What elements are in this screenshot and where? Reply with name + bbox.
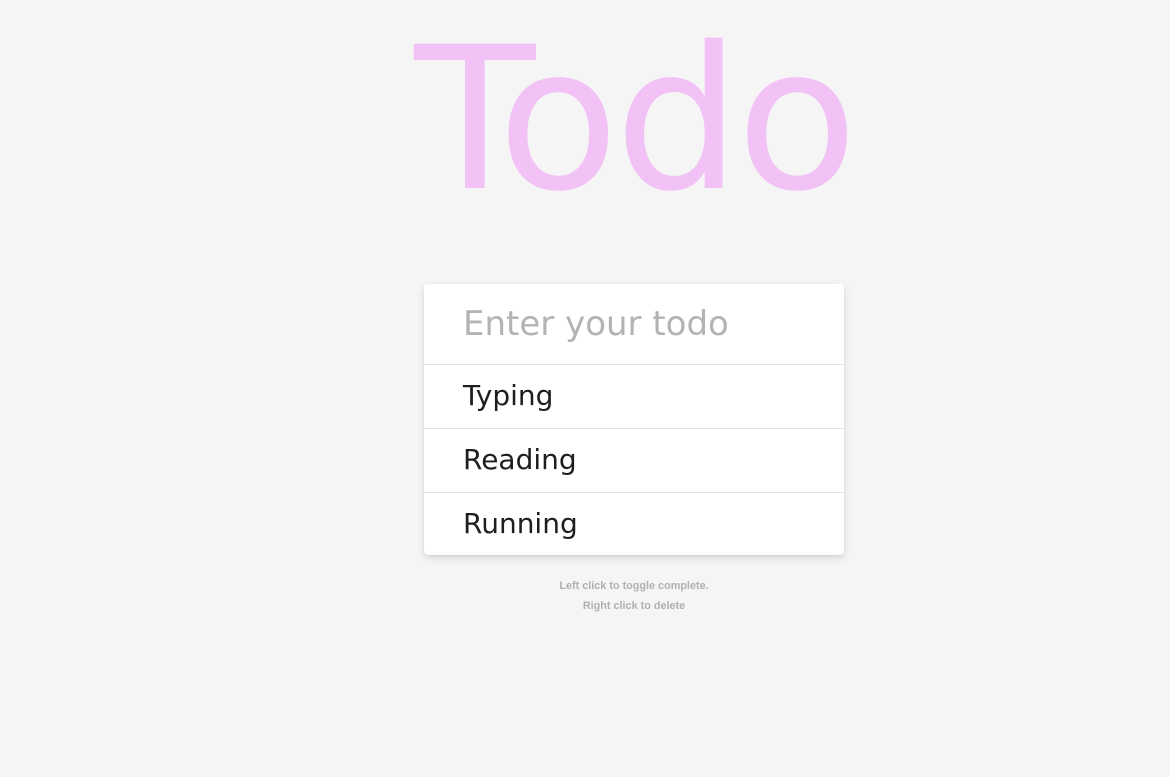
hint-delete-text: Right click to delete (582, 600, 686, 612)
page-title: Todo (414, 4, 857, 235)
todo-input[interactable] (424, 284, 844, 365)
todo-form: Typing Reading Running (424, 284, 844, 555)
todo-list: Typing Reading Running (424, 365, 844, 555)
todo-item-reading[interactable]: Reading (424, 429, 844, 493)
todo-app: Todo Typing Reading Running Left click t… (0, 0, 1170, 777)
todo-item-running[interactable]: Running (424, 493, 844, 555)
hint-toggle-text: Left click to toggle complete. (559, 580, 709, 592)
usage-hint: Left click to toggle complete. Right cli… (424, 576, 844, 616)
todo-item-typing[interactable]: Typing (424, 365, 844, 429)
